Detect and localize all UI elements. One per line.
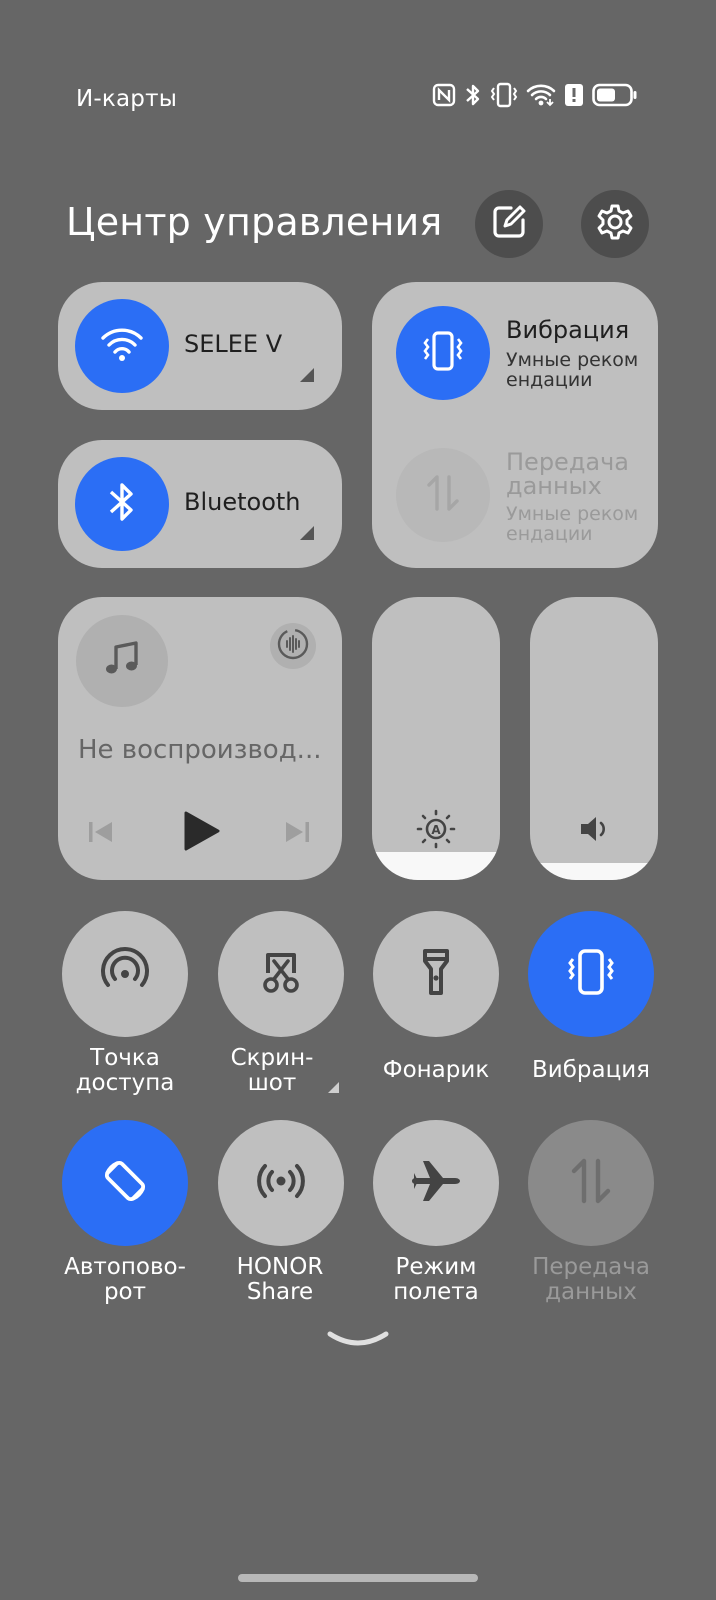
auto-rotate-label: Автопово- рот [64, 1254, 186, 1305]
vibration-quick-label: Вибрация [531, 1057, 651, 1083]
edit-button[interactable] [475, 190, 543, 258]
music-note-icon [102, 639, 142, 683]
honor-share-toggle[interactable] [218, 1120, 344, 1246]
vibrate-icon [564, 945, 618, 1003]
audio-wave-icon [276, 627, 310, 665]
next-button[interactable] [280, 815, 314, 853]
auto-rotate-toggle[interactable] [62, 1120, 188, 1246]
data-transfer-label: Передача данных [532, 1254, 650, 1305]
vibrate-icon [421, 329, 465, 377]
honor-share-label: HONOR Share [236, 1254, 324, 1305]
vibrate-icon [490, 82, 518, 108]
data-transfer-toggle[interactable] [528, 1120, 654, 1246]
status-icons [432, 82, 638, 108]
screenshot-icon [254, 945, 308, 1003]
bluetooth-tile[interactable]: Bluetooth [58, 440, 342, 568]
vibration-toggle[interactable] [396, 306, 490, 400]
wifi-toggle[interactable] [75, 299, 169, 393]
bluetooth-icon [464, 82, 482, 108]
airplane-icon [408, 1153, 464, 1213]
home-indicator[interactable] [238, 1574, 478, 1582]
previous-button[interactable] [84, 815, 118, 853]
airplane-mode-toggle[interactable] [373, 1120, 499, 1246]
chevron-down-icon [326, 1331, 390, 1356]
alert-icon [564, 83, 584, 107]
hotspot-toggle[interactable] [62, 911, 188, 1037]
screenshot-toggle[interactable] [218, 911, 344, 1037]
play-button[interactable] [178, 809, 222, 857]
volume-slider[interactable] [530, 597, 658, 880]
carrier-text: И-карты [76, 86, 178, 112]
settings-icon [595, 202, 635, 246]
sound-data-card: Вибрация Умные реком ендации Передача да… [372, 282, 658, 568]
expand-icon[interactable] [300, 368, 314, 382]
svg-text:A: A [431, 823, 441, 837]
audio-output-button[interactable] [270, 623, 316, 669]
edit-icon [489, 202, 529, 246]
auto-brightness-icon: A [414, 807, 458, 855]
bluetooth-icon [107, 480, 137, 528]
vibration-subtitle: Умные реком ендации [506, 349, 639, 391]
nfc-icon [432, 83, 456, 107]
bluetooth-label: Bluetooth [184, 488, 301, 516]
flashlight-icon [409, 945, 463, 1003]
collapse-button[interactable] [326, 1328, 390, 1356]
media-status: Не воспроизвод... [78, 735, 322, 765]
wifi-tile[interactable]: SELEE V [58, 282, 342, 410]
brightness-level [372, 851, 500, 880]
battery-icon [592, 83, 638, 107]
honor-share-icon [253, 1153, 309, 1213]
auto-rotate-icon [97, 1153, 153, 1213]
data-toggle[interactable] [396, 448, 490, 542]
wifi-icon [526, 83, 556, 107]
hotspot-icon [98, 945, 152, 1003]
volume-level [530, 863, 658, 880]
bluetooth-toggle[interactable] [75, 457, 169, 551]
expand-icon[interactable] [300, 526, 314, 540]
wifi-label: SELEE V [184, 330, 283, 358]
data-transfer-icon [421, 471, 465, 519]
brightness-slider[interactable]: A [372, 597, 500, 880]
vibration-title: Вибрация [506, 316, 630, 344]
screenshot-expand-icon[interactable] [328, 1082, 339, 1093]
page-title: Центр управления [66, 200, 443, 244]
skip-previous-icon [84, 822, 118, 853]
airplane-mode-label: Режим полета [393, 1254, 479, 1305]
volume-icon [576, 811, 612, 851]
data-transfer-icon [563, 1153, 619, 1213]
vibration-quick-toggle[interactable] [528, 911, 654, 1037]
flashlight-label: Фонарик [382, 1057, 490, 1083]
play-icon [178, 811, 222, 857]
album-art [76, 615, 168, 707]
settings-button[interactable] [581, 190, 649, 258]
skip-next-icon [280, 822, 314, 853]
media-card[interactable]: Не воспроизвод... [58, 597, 342, 880]
data-title: Передача данных [506, 448, 629, 500]
flashlight-toggle[interactable] [373, 911, 499, 1037]
wifi-icon [100, 325, 144, 367]
data-subtitle: Умные реком ендации [506, 503, 639, 545]
hotspot-label: Точка доступа [75, 1045, 175, 1096]
